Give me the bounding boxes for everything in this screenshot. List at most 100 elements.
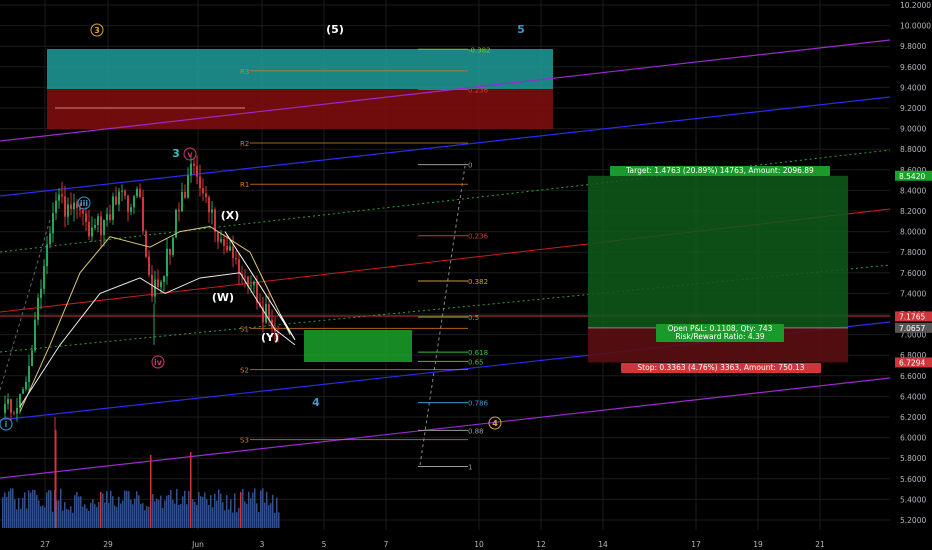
volume-bar xyxy=(48,490,50,528)
volume-bar xyxy=(116,507,118,528)
x-axis-tick: 3 xyxy=(260,540,265,549)
candle-body xyxy=(187,175,189,198)
volume-bar xyxy=(196,505,198,528)
x-axis-tick: 10 xyxy=(474,540,484,549)
volume-bar xyxy=(174,503,176,528)
volume-bar xyxy=(182,496,184,528)
volume-bar xyxy=(88,510,90,528)
volume-bar xyxy=(102,493,104,528)
candle-body xyxy=(43,266,45,289)
candle-body xyxy=(52,213,54,234)
x-axis-tick: 21 xyxy=(815,540,825,549)
candle-body xyxy=(244,276,246,278)
volume-bar xyxy=(238,508,240,528)
volume-bar xyxy=(96,507,98,528)
candle-body xyxy=(145,231,147,257)
candle-body xyxy=(106,214,108,221)
green-buy-zone xyxy=(304,330,412,362)
volume-bar xyxy=(220,493,222,528)
y-axis-tick: 8.2000 xyxy=(900,207,926,216)
volume-bar xyxy=(202,496,204,528)
y-axis-tick: 5.4000 xyxy=(900,495,926,504)
candle-body xyxy=(49,233,51,245)
candle-body xyxy=(31,350,33,367)
volume-bar xyxy=(184,490,186,528)
candle-body xyxy=(100,216,102,236)
candle-body xyxy=(4,403,6,413)
candle-body xyxy=(199,176,201,189)
wave-label: v xyxy=(187,150,193,159)
fib-level-label: 0.382 xyxy=(468,278,488,286)
teal-target-box xyxy=(47,49,553,89)
candle-body xyxy=(13,412,15,414)
volume-bar xyxy=(248,491,250,528)
volume-bar xyxy=(92,499,94,528)
candle-body xyxy=(142,197,144,232)
wave-label: 3 xyxy=(94,26,100,35)
volume-bar xyxy=(256,503,258,528)
candle-body xyxy=(202,188,204,194)
volume-bar xyxy=(84,504,86,528)
volume-bar xyxy=(42,505,44,528)
candle-body xyxy=(94,225,96,228)
y-axis-tick: 10.2000 xyxy=(900,1,931,10)
volume-bar xyxy=(270,503,272,528)
candle-body xyxy=(136,188,138,197)
y-axis-tick: 5.6000 xyxy=(900,475,926,484)
volume-bar xyxy=(234,493,236,528)
candle-body xyxy=(37,297,39,320)
volume-bar xyxy=(14,499,16,528)
volume-bar xyxy=(200,496,202,528)
candle-body xyxy=(232,246,234,259)
volume-bar xyxy=(244,501,246,528)
volume-bar xyxy=(154,501,156,528)
stop-label: Stop: 0.3363 (4.76%) 3363, Amount: 750.1… xyxy=(637,363,804,372)
candle-body xyxy=(166,248,168,277)
candle-body xyxy=(118,191,120,205)
volume-bar xyxy=(272,494,274,528)
volume-bar xyxy=(194,502,196,528)
x-axis-tick: 17 xyxy=(691,540,701,549)
volume-bar xyxy=(130,499,132,528)
target-label: Target: 1.4763 (20.89%) 14763, Amount: 2… xyxy=(625,166,814,175)
candle-body xyxy=(226,245,228,251)
x-axis-tick: 5 xyxy=(322,540,327,549)
volume-bar xyxy=(108,502,110,528)
x-axis-tick: 19 xyxy=(753,540,763,549)
volume-bar xyxy=(148,506,150,528)
volume-bar xyxy=(76,492,78,528)
volume-spike xyxy=(190,452,192,528)
volume-bar xyxy=(180,504,182,528)
ma-yellow-line xyxy=(19,225,291,413)
trade-position[interactable]: Target: 1.4763 (20.89%) 14763, Amount: 2… xyxy=(588,166,848,373)
price-tag-label: 8.5420 xyxy=(899,172,925,181)
chart-canvas[interactable]: -0.382 0.236 0 0.236 0.382 0.5 0.6180.65 0.786 0… xyxy=(0,0,932,550)
candle-body xyxy=(55,200,57,214)
volume-bar xyxy=(266,491,268,528)
volume-bar xyxy=(186,504,188,528)
candle-body xyxy=(91,227,93,237)
candle-body xyxy=(196,165,198,177)
candle-body xyxy=(58,194,60,201)
y-axis-tick: 6.6000 xyxy=(900,372,926,381)
pivot-label: R3 xyxy=(240,68,249,76)
fib-level-label: 0.786 xyxy=(468,400,489,408)
pivot-label: R2 xyxy=(240,140,249,148)
volume-bar xyxy=(136,491,138,528)
x-axis-tick: 27 xyxy=(40,540,50,549)
candle-body xyxy=(88,221,90,237)
candle-body xyxy=(238,259,240,274)
channel-line xyxy=(0,377,891,479)
fib-level-label: -0.382 xyxy=(468,46,491,54)
candle-body xyxy=(139,188,141,198)
volume-bar xyxy=(144,510,146,528)
volume-bar xyxy=(242,489,244,528)
y-axis-tick: 6.0000 xyxy=(900,434,926,443)
fib-level-label: 0.88 xyxy=(468,427,484,435)
volume-bar xyxy=(86,508,88,528)
wave-label: 4 xyxy=(492,419,498,428)
volume-bar xyxy=(222,502,224,528)
volume-bar xyxy=(20,508,22,528)
candle-body xyxy=(211,209,213,213)
volume-bar xyxy=(278,512,280,528)
